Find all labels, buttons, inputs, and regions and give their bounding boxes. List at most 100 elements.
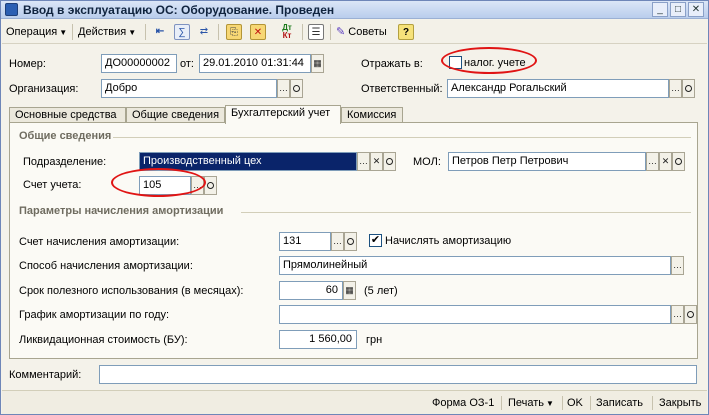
depreciation-section-title: Параметры начисления амортизации	[19, 205, 224, 217]
search-icon	[675, 158, 682, 165]
unpost-document-icon[interactable]: ⇄	[196, 24, 212, 40]
actions-menu-label: Действия	[78, 26, 127, 38]
depreciation-account-select-button[interactable]: …	[331, 232, 344, 251]
window-controls: _ □ ✕	[652, 2, 704, 17]
app-icon	[5, 3, 18, 16]
print-menu-label: Печать	[508, 397, 545, 409]
responsible-field[interactable]: Александр Рогальский	[447, 79, 669, 98]
useful-life-field[interactable]: 60	[279, 281, 343, 300]
search-icon	[687, 311, 694, 318]
tab-commission[interactable]: Комиссия	[341, 107, 403, 123]
mol-label: МОЛ:	[413, 156, 441, 168]
toolbar-separator	[330, 24, 331, 40]
department-select-button[interactable]: …	[357, 152, 370, 171]
print-menu[interactable]: Печать ▼	[508, 395, 554, 411]
mol-select-button[interactable]: …	[646, 152, 659, 171]
copy-document-icon[interactable]: ⎘	[226, 24, 242, 40]
organization-open-button[interactable]	[290, 79, 303, 98]
schedule-label: График амортизации по году:	[19, 309, 170, 321]
structure-icon[interactable]: ☰	[308, 24, 324, 40]
department-open-button[interactable]	[383, 152, 396, 171]
comment-label: Комментарий:	[9, 369, 82, 381]
close-window-button[interactable]: ✕	[688, 2, 704, 17]
depreciation-method-select-button[interactable]: …	[671, 256, 684, 275]
maximize-button[interactable]: □	[670, 2, 686, 17]
organization-field[interactable]: Добро	[101, 79, 277, 98]
responsible-select-button[interactable]: …	[669, 79, 682, 98]
search-icon	[685, 85, 692, 92]
organization-label: Организация:	[9, 83, 79, 95]
toolbar-separator	[562, 396, 563, 410]
debit-credit-icon[interactable]: Дт Кт	[276, 24, 298, 40]
tips-label: Советы	[348, 26, 387, 38]
mol-field[interactable]: Петров Петр Петрович	[448, 152, 646, 171]
department-field[interactable]: Производственный цех	[139, 152, 357, 171]
search-icon	[293, 85, 300, 92]
tips-button[interactable]: ✎ Советы	[336, 23, 387, 41]
tax-accounting-label: налог. учете	[464, 57, 526, 69]
general-section-title: Общие сведения	[19, 130, 112, 142]
currency-label: грн	[366, 334, 383, 346]
delete-document-icon[interactable]: ✕	[250, 24, 266, 40]
help-icon[interactable]: ?	[398, 24, 414, 40]
department-label: Подразделение:	[23, 156, 107, 168]
post-and-close-icon[interactable]: ⇤	[152, 24, 168, 40]
dropdown-arrow-icon: ▼	[128, 28, 137, 37]
responsible-open-button[interactable]	[682, 79, 695, 98]
document-window: Ввод в эксплуатацию ОС: Оборудование. Пр…	[0, 0, 709, 415]
department-clear-button[interactable]: ✕	[370, 152, 383, 171]
depreciation-account-field[interactable]: 131	[279, 232, 331, 251]
schedule-open-button[interactable]	[684, 305, 697, 324]
depreciation-account-open-button[interactable]	[344, 232, 357, 251]
toolbar: Операция ▼ Действия ▼ ⇤ ∑ ⇄ ⎘ ✕ Дт Кт ☰ ✎ С…	[2, 20, 707, 44]
account-field[interactable]: 105	[139, 176, 191, 195]
accrue-depreciation-checkbox[interactable]: ✔	[369, 234, 382, 247]
salvage-value-field[interactable]: 1 560,00	[279, 330, 357, 349]
schedule-field[interactable]	[279, 305, 671, 324]
search-icon	[207, 182, 214, 189]
useful-life-years: (5 лет)	[364, 285, 398, 297]
tax-accounting-checkbox[interactable]	[449, 56, 462, 69]
number-field[interactable]: ДО00000002	[101, 54, 177, 73]
toolbar-separator	[652, 396, 653, 410]
save-button[interactable]: Записать	[596, 395, 643, 411]
tab-accounting[interactable]: Бухгалтерский учет	[225, 105, 341, 124]
mol-clear-button[interactable]: ✕	[659, 152, 672, 171]
bottom-bar: Форма ОЗ-1 Печать ▼ OK Записать Закрыть	[2, 390, 707, 414]
account-label: Счет учета:	[23, 179, 82, 191]
calendar-icon[interactable]: ▦	[311, 54, 324, 73]
dropdown-arrow-icon: ▼	[546, 399, 554, 408]
dropdown-arrow-icon: ▼	[59, 28, 68, 37]
toolbar-separator	[590, 396, 591, 410]
form-os1-button[interactable]: Форма ОЗ-1	[432, 395, 494, 411]
tab-general-info[interactable]: Общие сведения	[126, 107, 225, 123]
tab-fixed-assets[interactable]: Основные средства	[9, 107, 126, 123]
schedule-select-button[interactable]: …	[671, 305, 684, 324]
number-label: Номер:	[9, 58, 46, 70]
title-bar: Ввод в эксплуатацию ОС: Оборудование. Пр…	[1, 1, 708, 19]
search-icon	[347, 238, 354, 245]
minimize-button[interactable]: _	[652, 2, 668, 17]
actions-menu[interactable]: Действия ▼	[78, 23, 136, 41]
account-select-button[interactable]: …	[191, 176, 204, 195]
account-open-button[interactable]	[204, 176, 217, 195]
date-field[interactable]: 29.01.2010 01:31:44	[199, 54, 311, 73]
credit-label: Кт	[282, 31, 292, 40]
operation-menu[interactable]: Операция ▼	[6, 23, 67, 41]
ok-button[interactable]: OK	[567, 395, 583, 411]
toolbar-separator	[145, 24, 146, 40]
mol-open-button[interactable]	[672, 152, 685, 171]
responsible-label: Ответственный:	[361, 83, 443, 95]
reflect-label: Отражать в:	[361, 58, 423, 70]
close-button[interactable]: Закрыть	[659, 395, 701, 411]
operation-menu-label: Операция	[6, 26, 58, 38]
depreciation-method-field[interactable]: Прямолинейный	[279, 256, 671, 275]
useful-life-label: Срок полезного использования (в месяцах)…	[19, 285, 244, 297]
post-document-icon[interactable]: ∑	[174, 24, 190, 40]
organization-select-button[interactable]: …	[277, 79, 290, 98]
toolbar-separator	[501, 396, 502, 410]
comment-field[interactable]	[99, 365, 697, 384]
calculator-icon[interactable]: ▦	[343, 281, 356, 300]
section-divider	[241, 212, 691, 213]
salvage-value-label: Ликвидационная стоимость (БУ):	[19, 334, 188, 346]
